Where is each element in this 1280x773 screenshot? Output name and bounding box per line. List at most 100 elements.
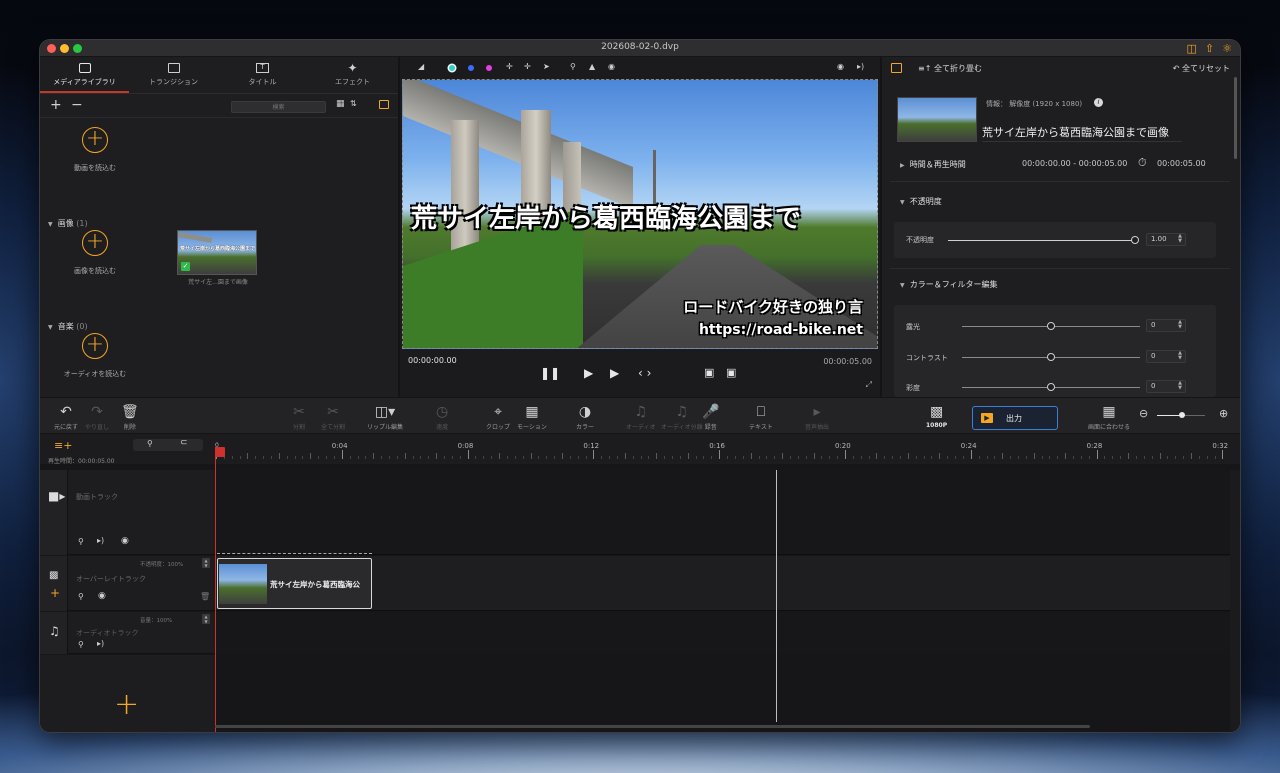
remove-icon[interactable]: − <box>71 97 83 113</box>
mute-button[interactable]: ▸ 音声抽出 <box>805 404 829 431</box>
stepper-icon[interactable]: ▲ ▼ <box>1178 381 1182 391</box>
guide-icon[interactable]: ◢ <box>418 62 424 71</box>
eye-icon[interactable]: ◉ <box>98 591 106 601</box>
sort-icon[interactable]: ⇅ <box>350 99 357 108</box>
mark-in-icon[interactable]: ▣ <box>704 366 714 379</box>
time-section-header[interactable]: ▶ 時間＆再生時間 <box>900 159 966 170</box>
share-icon[interactable]: ⇧ <box>1205 42 1214 55</box>
lock-track-icon[interactable]: ⚲ <box>147 439 153 448</box>
fit-to-screen-button[interactable]: ▦ 画面に合わせる <box>1088 404 1130 431</box>
grid-view-icon[interactable]: ▦ <box>336 99 345 109</box>
multi-select-icon[interactable]: ✛ <box>524 62 531 71</box>
opacity-section-header[interactable]: ▼ 不透明度 <box>900 196 942 207</box>
volume-icon[interactable]: ▸) <box>97 536 104 545</box>
stepper-icon[interactable]: ▲ ▼ <box>1178 234 1182 244</box>
preview-url-overlay[interactable]: https://road-bike.net <box>699 322 863 338</box>
timeline-vscrollbar[interactable] <box>1230 470 1240 732</box>
split-button[interactable]: ✂ 分割 <box>293 404 305 431</box>
reset-all-button[interactable]: ↶ 全てリセット <box>1173 63 1230 74</box>
opacity-input[interactable]: 1.00 ▲ ▼ <box>1146 233 1186 246</box>
fullscreen-icon[interactable]: ⤢ <box>866 380 872 390</box>
stepper-icon[interactable]: ▲ ▼ <box>1178 351 1182 361</box>
add-track-big-icon[interactable]: + <box>114 690 139 720</box>
audio-track-lane[interactable] <box>215 612 1230 654</box>
add-track-icon[interactable]: ≡+ <box>54 439 72 452</box>
eye-icon[interactable]: ◉ <box>608 62 615 71</box>
import-audio-button[interactable]: + オーディオを読込む <box>50 333 140 379</box>
delete-button[interactable]: 🗑 削除 <box>121 404 139 431</box>
search-input[interactable] <box>231 101 326 113</box>
tab-transitions[interactable]: トランジション <box>129 57 218 93</box>
lock-icon[interactable]: ⚲ <box>570 62 576 71</box>
zoom-in-icon[interactable]: ⊕ <box>1219 407 1228 420</box>
add-overlay-icon[interactable]: + <box>50 586 60 600</box>
contrast-slider-knob[interactable] <box>1047 353 1055 361</box>
color-dot-teal-icon[interactable] <box>449 65 455 71</box>
camera-icon[interactable]: ◉ <box>837 62 844 71</box>
zoom-slider-knob[interactable] <box>1179 412 1185 418</box>
ripple-edit-button[interactable]: ◫▾ リップル編集 <box>367 404 403 431</box>
stepper-icon[interactable]: ▲ ▼ <box>202 558 210 568</box>
lock-icon[interactable]: ⚲ <box>78 640 84 649</box>
split-all-button[interactable]: ✂ 全て分割 <box>321 404 345 431</box>
snap-icon[interactable]: ▲ <box>589 62 595 71</box>
color-button[interactable]: ◑ カラー <box>576 404 594 431</box>
preview-title-overlay[interactable]: 荒サイ左岸から葛西臨海公園まで <box>411 198 801 235</box>
text-button[interactable]: ⎕ テキスト <box>749 404 773 431</box>
mark-out-icon[interactable]: ▣ <box>726 366 736 379</box>
audio-split-button[interactable]: ♫ オーディオ分離 <box>661 404 703 431</box>
saturation-slider-knob[interactable] <box>1047 383 1055 391</box>
info-icon[interactable]: i <box>1094 98 1103 107</box>
tab-media-library[interactable]: メディアライブラリ <box>40 57 129 93</box>
redo-button[interactable]: ↷ やり直し <box>85 404 109 431</box>
magnet-icon[interactable]: ⊂ <box>180 438 188 448</box>
play-to-end-icon[interactable]: ▶ <box>610 366 619 380</box>
motion-button[interactable]: ▦ モーション <box>517 404 547 431</box>
overlay-clip[interactable]: 荒サイ左岸から葛西臨海公 <box>217 558 372 609</box>
preview-video-frame[interactable]: 荒サイ左岸から葛西臨海公園まで ロードバイク好きの独り言 https://roa… <box>402 79 878 349</box>
inspector-scrollbar[interactable] <box>1234 77 1237 159</box>
preview-subtitle-overlay[interactable]: ロードバイク好きの独り言 <box>683 296 863 317</box>
jump-prev-next-icon[interactable]: ‹ › <box>638 366 651 380</box>
stepper-icon[interactable]: ▲ ▼ <box>202 614 210 624</box>
exposure-slider-knob[interactable] <box>1047 322 1055 330</box>
tab-titles[interactable]: T タイトル <box>218 57 307 93</box>
select-tool-icon[interactable]: ✛ <box>506 62 513 71</box>
pause-icon[interactable]: ❚❚ <box>540 366 560 380</box>
playhead-marker[interactable] <box>215 447 225 457</box>
inspector-toggle-icon[interactable] <box>891 63 902 73</box>
saturation-input[interactable]: 0 ▲ ▼ <box>1146 380 1186 393</box>
stepper-icon[interactable]: ▲ ▼ <box>1178 320 1182 330</box>
tab-effects[interactable]: ✦ エフェクト <box>307 57 398 93</box>
volume-icon[interactable]: ▸) <box>97 639 104 648</box>
opacity-slider-knob[interactable] <box>1131 236 1139 244</box>
panel-toggle-icon[interactable] <box>379 100 389 109</box>
timeline-scrollbar[interactable] <box>215 725 1090 728</box>
import-image-button[interactable]: + 画像を読込む <box>68 230 122 276</box>
undo-button[interactable]: ↶ 元に戻す <box>54 404 78 431</box>
record-button[interactable]: 🎤 録音 <box>702 404 719 431</box>
collapse-all-button[interactable]: ≡↑ 全て折り畳む <box>918 63 982 74</box>
color-dot-pink-icon[interactable] <box>486 65 492 71</box>
pointer-icon[interactable]: ➤ <box>543 62 550 71</box>
exposure-input[interactable]: 0 ▲ ▼ <box>1146 319 1186 332</box>
trash-icon[interactable]: 🗑 <box>200 592 210 601</box>
export-button[interactable]: ▶ 出力 <box>972 406 1058 430</box>
audio-button[interactable]: ♫ オーディオ <box>626 404 656 431</box>
crop-button[interactable]: ⌖ クロップ <box>486 404 510 431</box>
lock-icon[interactable]: ⚲ <box>78 537 84 546</box>
zoom-out-icon[interactable]: ⊖ <box>1139 407 1148 420</box>
contrast-input[interactable]: 0 ▲ ▼ <box>1146 350 1186 363</box>
resolution-button[interactable]: ▩ 1080P <box>926 404 947 429</box>
speaker-icon[interactable]: ▸) <box>857 62 864 71</box>
video-track-lane[interactable] <box>215 470 1230 555</box>
eye-icon[interactable]: ◉ <box>121 536 129 546</box>
save-icon[interactable]: ◫ <box>1187 42 1197 55</box>
next-frame-icon[interactable]: ▶ <box>584 366 593 380</box>
color-dot-blue-icon[interactable] <box>468 65 474 71</box>
lock-icon[interactable]: ⚲ <box>78 592 84 601</box>
speed-button[interactable]: ◷ 速度 <box>436 404 448 431</box>
clip-top-handle[interactable] <box>217 553 372 557</box>
add-icon[interactable]: + <box>50 97 62 113</box>
image-media-item[interactable]: 荒サイ左岸から葛西臨海公園まで ✓ 荒サイ左...園まで画像 <box>177 230 259 286</box>
